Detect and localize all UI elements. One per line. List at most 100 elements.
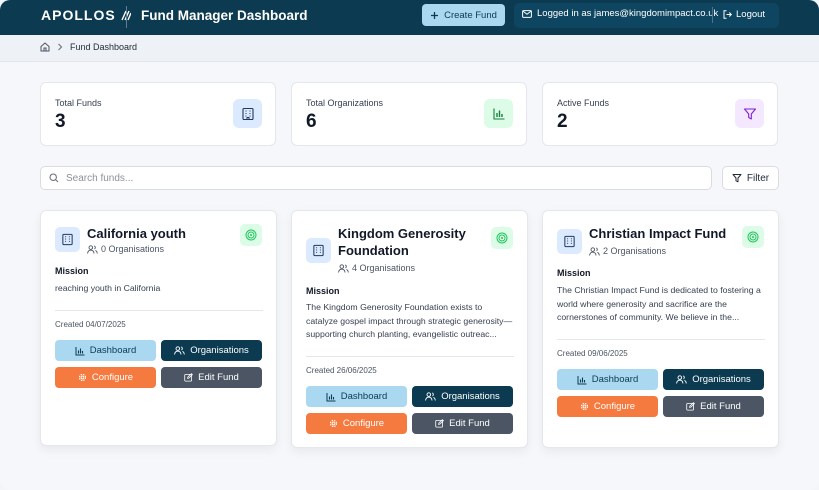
organisations-button[interactable]: Organisations [412, 386, 513, 407]
created-date: Created 09/06/2025 [557, 349, 628, 358]
organisations-button[interactable]: Organisations [663, 369, 764, 390]
bar-chart-icon [326, 392, 336, 401]
stat-label: Total Organizations [306, 98, 384, 108]
card-divider [306, 356, 514, 357]
gear-icon [580, 402, 588, 411]
card-divider [55, 310, 263, 311]
header-divider [126, 6, 127, 28]
target-icon [742, 226, 764, 248]
building-icon [306, 238, 331, 263]
edit-fund-button[interactable]: Edit Fund [663, 396, 764, 417]
user-area: Logged in as james@kingdomimpact.co.uk L… [514, 3, 779, 28]
user-email-label: Logged in as james@kingdomimpact.co.uk [537, 8, 719, 19]
top-bar: APOLLOS Fund Manager Dashboard Create Fu… [0, 0, 819, 35]
filter-icon [732, 174, 742, 183]
mission-label: Mission [306, 286, 340, 296]
create-fund-button[interactable]: Create Fund [422, 4, 505, 26]
fund-name: Kingdom Generosity Foundation [338, 226, 466, 258]
dashboard-label: Dashboard [340, 391, 388, 402]
fund-org-count: 4 Organisations [338, 263, 415, 273]
organisations-button[interactable]: Organisations [161, 340, 262, 361]
fund-card: Christian Impact Fund 2 Organisations Mi… [542, 210, 779, 448]
page-title: Fund Manager Dashboard [141, 8, 308, 23]
dashboard-label: Dashboard [591, 374, 639, 385]
configure-label: Configure [91, 372, 134, 383]
gear-icon [78, 373, 86, 382]
organisations-label: Organisations [441, 391, 500, 402]
logo[interactable]: APOLLOS [41, 7, 131, 23]
users-icon [425, 392, 436, 401]
edit-fund-label: Edit Fund [198, 372, 239, 383]
org-count-label: 0 Organisations [101, 244, 165, 254]
dashboard-label: Dashboard [89, 345, 137, 356]
stat-label: Active Funds [557, 98, 610, 108]
users-icon [338, 263, 349, 273]
home-icon[interactable] [40, 42, 50, 52]
edit-fund-label: Edit Fund [700, 401, 741, 412]
configure-button[interactable]: Configure [306, 413, 407, 434]
logo-slashes-icon [121, 10, 131, 20]
org-count-label: 4 Organisations [352, 263, 416, 273]
gear-icon [329, 419, 337, 428]
bar-chart-icon [75, 346, 85, 355]
logo-text: APOLLOS [41, 7, 116, 23]
configure-button[interactable]: Configure [55, 367, 156, 388]
stat-label: Total Funds [55, 98, 102, 108]
building-icon [557, 229, 582, 254]
stat-card-active-funds: Active Funds 2 [542, 82, 778, 146]
search-bar [40, 166, 712, 190]
dashboard-button[interactable]: Dashboard [55, 340, 156, 361]
users-icon [589, 246, 600, 256]
users-icon [174, 346, 185, 355]
configure-label: Configure [342, 418, 385, 429]
stat-value: 2 [557, 111, 568, 132]
created-date: Created 26/06/2025 [306, 366, 377, 375]
users-icon [676, 375, 687, 384]
configure-label: Configure [593, 401, 636, 412]
edit-icon [435, 419, 445, 428]
target-icon [240, 224, 262, 246]
mission-text: The Kingdom Generosity Foundation exists… [306, 302, 513, 339]
users-icon [87, 244, 98, 254]
bar-chart-icon [484, 99, 513, 128]
breadcrumb-bar: Fund Dashboard [0, 35, 819, 62]
building-icon [55, 227, 80, 252]
stat-card-total-funds: Total Funds 3 [40, 82, 276, 146]
filter-label: Filter [746, 172, 770, 184]
org-count-label: 2 Organisations [603, 246, 667, 256]
search-input[interactable] [66, 172, 666, 184]
mission-label: Mission [55, 266, 89, 276]
stat-value: 6 [306, 111, 317, 132]
search-icon [49, 173, 59, 183]
mission-text: reaching youth in California [55, 283, 161, 293]
organisations-label: Organisations [692, 374, 751, 385]
edit-fund-label: Edit Fund [449, 418, 490, 429]
filter-button[interactable]: Filter [722, 166, 779, 190]
fund-name: Christian Impact Fund [589, 226, 727, 241]
stat-card-total-organizations: Total Organizations 6 [291, 82, 527, 146]
mission-label: Mission [557, 268, 591, 278]
fund-org-count: 2 Organisations [589, 246, 666, 256]
mission-text: The Christian Impact Fund is dedicated t… [557, 285, 761, 322]
edit-icon [686, 402, 696, 411]
logout-button[interactable]: Logout [723, 9, 765, 20]
dashboard-button[interactable]: Dashboard [306, 386, 407, 407]
create-fund-label: Create Fund [444, 9, 497, 21]
dashboard-button[interactable]: Dashboard [557, 369, 658, 390]
edit-icon [184, 373, 194, 382]
fund-card: Kingdom Generosity Foundation 4 Organisa… [291, 210, 528, 448]
user-info: Logged in as james@kingdomimpact.co.uk [522, 8, 718, 19]
fund-card: California youth 0 Organisations Mission… [40, 210, 277, 446]
edit-fund-button[interactable]: Edit Fund [161, 367, 262, 388]
mail-icon [522, 9, 532, 18]
configure-button[interactable]: Configure [557, 396, 658, 417]
filter-icon [735, 99, 764, 128]
stat-value: 3 [55, 111, 66, 132]
edit-fund-button[interactable]: Edit Fund [412, 413, 513, 434]
logout-icon [723, 10, 732, 19]
logout-label: Logout [736, 9, 766, 20]
fund-name: California youth [87, 226, 186, 241]
user-separator [712, 7, 713, 23]
target-icon [491, 227, 513, 249]
organisations-label: Organisations [190, 345, 249, 356]
